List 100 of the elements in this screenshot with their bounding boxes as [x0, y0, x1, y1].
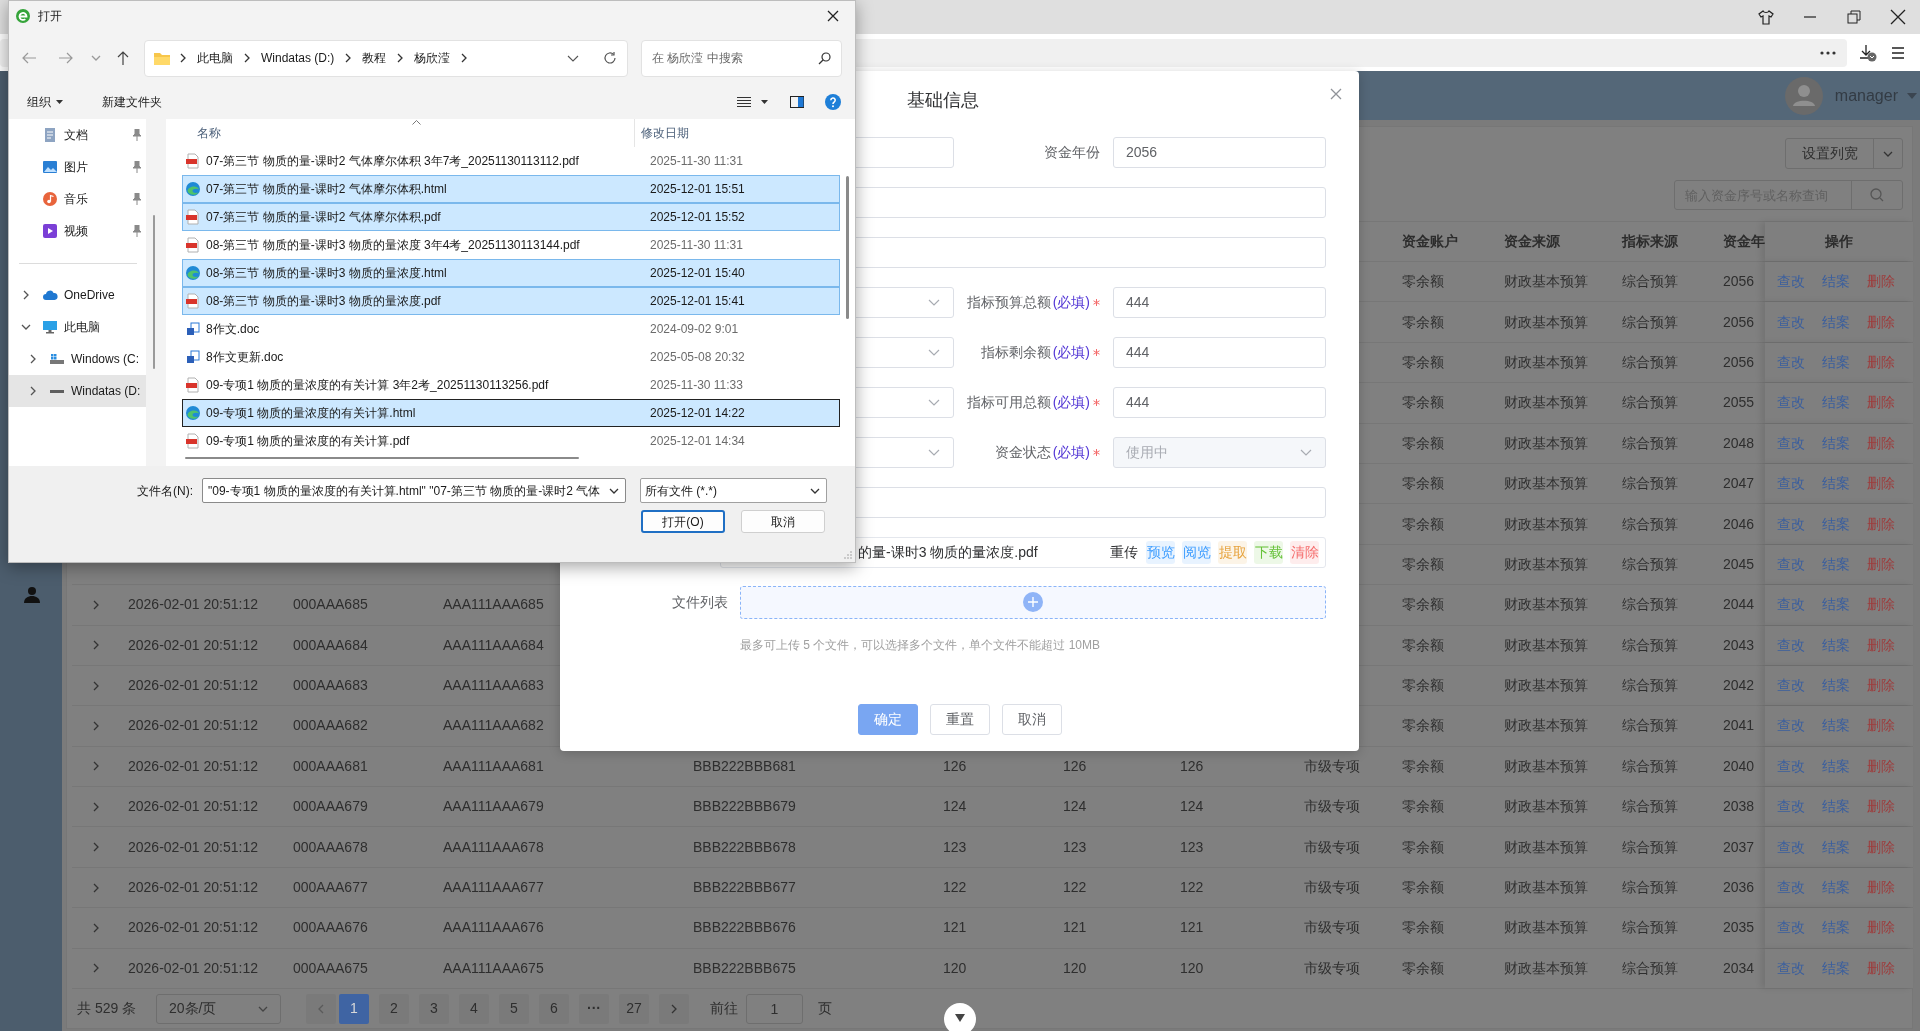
- action-link[interactable]: 查改: [1777, 432, 1805, 454]
- page-button[interactable]: 2: [379, 993, 409, 1024]
- forward-arrow-icon[interactable]: [58, 51, 74, 65]
- action-link[interactable]: 删除: [1867, 675, 1895, 697]
- action-link[interactable]: 查改: [1777, 957, 1805, 979]
- expand-icon[interactable]: [91, 963, 101, 974]
- scrollbar-thumb[interactable]: [153, 215, 155, 369]
- tag-button[interactable]: 清除: [1290, 540, 1319, 564]
- action-link[interactable]: 删除: [1867, 271, 1895, 293]
- tag-button[interactable]: 预览: [1146, 540, 1175, 564]
- action-link[interactable]: 查改: [1777, 473, 1805, 495]
- nav-item[interactable]: 文档: [9, 119, 146, 151]
- file-row[interactable]: 08-第三节 物质的量-课时3 物质的量浓度 3年4考_20251130113144.pdf 2025-11-30 11:31: [182, 231, 840, 259]
- action-link[interactable]: 删除: [1867, 634, 1895, 656]
- action-link[interactable]: 结案: [1822, 675, 1850, 697]
- open-button[interactable]: 打开(O): [641, 510, 725, 533]
- nav-item[interactable]: Windatas (D:: [9, 375, 146, 407]
- action-link[interactable]: 结案: [1822, 473, 1850, 495]
- expand-icon[interactable]: [91, 680, 101, 691]
- close-button[interactable]: [1330, 88, 1342, 100]
- action-link[interactable]: 查改: [1777, 351, 1805, 373]
- input-field[interactable]: 444: [1113, 386, 1326, 418]
- close-icon[interactable]: [1890, 9, 1906, 25]
- action-link[interactable]: 结案: [1822, 271, 1850, 293]
- action-link[interactable]: 查改: [1777, 877, 1805, 899]
- scrollbar-thumb[interactable]: [846, 176, 849, 319]
- column-header[interactable]: 修改日期: [641, 124, 689, 142]
- expand-icon[interactable]: [91, 882, 101, 893]
- new-folder-button[interactable]: 新建文件夹: [96, 90, 168, 114]
- list-view-icon[interactable]: [737, 96, 751, 108]
- action-link[interactable]: 结案: [1822, 917, 1850, 939]
- action-link[interactable]: 结案: [1822, 311, 1850, 333]
- address-bar[interactable]: 此电脑 Windatas (D:) 教程 杨欣滢: [144, 39, 628, 77]
- form-button[interactable]: 取消: [1002, 704, 1062, 735]
- action-link[interactable]: 删除: [1867, 432, 1895, 454]
- upload-area[interactable]: [740, 585, 1326, 619]
- input-field[interactable]: 444: [1113, 336, 1326, 368]
- action-link[interactable]: 删除: [1867, 796, 1895, 818]
- action-link[interactable]: 查改: [1777, 634, 1805, 656]
- action-link[interactable]: 删除: [1867, 513, 1895, 535]
- action-link[interactable]: 删除: [1867, 836, 1895, 858]
- restore-icon[interactable]: [1846, 9, 1862, 25]
- file-row[interactable]: 07-第三节 物质的量-课时2 气体摩尔体积 3年7考_20251130113112.pdf 2025-11-30 11:31: [182, 147, 840, 175]
- avatar-icon[interactable]: [1784, 76, 1823, 115]
- action-link[interactable]: 删除: [1867, 715, 1895, 737]
- action-link[interactable]: 删除: [1867, 957, 1895, 979]
- action-link[interactable]: 结案: [1822, 715, 1850, 737]
- tag-button[interactable]: 阅览: [1182, 540, 1211, 564]
- page-size-select[interactable]: 20条/页: [156, 993, 281, 1024]
- path-segment[interactable]: 此电脑: [197, 49, 233, 67]
- tag-button[interactable]: 下载: [1254, 540, 1283, 564]
- action-link[interactable]: 结案: [1822, 594, 1850, 616]
- tag-button[interactable]: 提取: [1218, 540, 1247, 564]
- reupload-button[interactable]: 重传: [1110, 541, 1138, 563]
- expand-icon[interactable]: [91, 801, 101, 812]
- scrollbar-thumb[interactable]: [185, 457, 579, 459]
- search-field[interactable]: 在 杨欣滢 中搜索: [641, 39, 842, 77]
- file-row[interactable]: 07-第三节 物质的量-课时2 气体摩尔体积.html 2025-12-01 15:51: [182, 175, 840, 203]
- path-segment[interactable]: 教程: [362, 49, 387, 67]
- file-type-select[interactable]: 所有文件 (*.*): [640, 478, 827, 503]
- expand-icon[interactable]: [91, 599, 101, 610]
- page-button[interactable]: 5: [499, 993, 529, 1024]
- action-link[interactable]: 查改: [1777, 836, 1805, 858]
- file-row[interactable]: 09-专项1 物质的量浓度的有关计算.html 2025-12-01 14:22: [182, 399, 840, 427]
- expand-icon[interactable]: [91, 842, 101, 853]
- action-link[interactable]: 查改: [1777, 392, 1805, 414]
- plus-icon[interactable]: [1023, 592, 1043, 612]
- action-link[interactable]: 结案: [1822, 513, 1850, 535]
- preview-pane-icon[interactable]: [790, 96, 804, 108]
- action-link[interactable]: 结案: [1822, 553, 1850, 575]
- action-link[interactable]: 删除: [1867, 311, 1895, 333]
- chevron-right-icon[interactable]: [21, 290, 31, 300]
- file-row[interactable]: 08-第三节 物质的量-课时3 物质的量浓度.html 2025-12-01 15:40: [182, 259, 840, 287]
- user-icon[interactable]: [23, 586, 41, 604]
- action-link[interactable]: 删除: [1867, 392, 1895, 414]
- column-width-button[interactable]: 设置列宽: [1785, 138, 1903, 169]
- nav-item[interactable]: 图片: [9, 151, 146, 183]
- page-button[interactable]: 1: [339, 993, 369, 1024]
- action-link[interactable]: 查改: [1777, 796, 1805, 818]
- caret-icon[interactable]: [761, 100, 768, 104]
- action-link[interactable]: 查改: [1777, 675, 1805, 697]
- organize-button[interactable]: 组织: [21, 90, 69, 114]
- action-link[interactable]: 删除: [1867, 755, 1895, 777]
- input-field[interactable]: 444: [1113, 286, 1326, 318]
- expand-icon[interactable]: [91, 640, 101, 651]
- action-link[interactable]: 删除: [1867, 917, 1895, 939]
- expand-icon[interactable]: [91, 922, 101, 933]
- action-link[interactable]: 查改: [1777, 311, 1805, 333]
- action-link[interactable]: 删除: [1867, 877, 1895, 899]
- page-input[interactable]: 1: [746, 993, 803, 1024]
- action-link[interactable]: 结案: [1822, 796, 1850, 818]
- sort-caret-icon[interactable]: [412, 120, 421, 125]
- path-segment[interactable]: 杨欣滢: [414, 49, 451, 67]
- action-link[interactable]: 删除: [1867, 351, 1895, 373]
- more-pages-button[interactable]: ···: [579, 993, 609, 1024]
- file-row[interactable]: 08-第三节 物质的量-课时3 物质的量浓度.pdf 2025-12-01 15:41: [182, 287, 840, 315]
- back-arrow-icon[interactable]: [21, 51, 37, 65]
- action-link[interactable]: 结案: [1822, 755, 1850, 777]
- confirm-button[interactable]: 确定: [858, 704, 918, 735]
- more-icon[interactable]: [1820, 50, 1836, 55]
